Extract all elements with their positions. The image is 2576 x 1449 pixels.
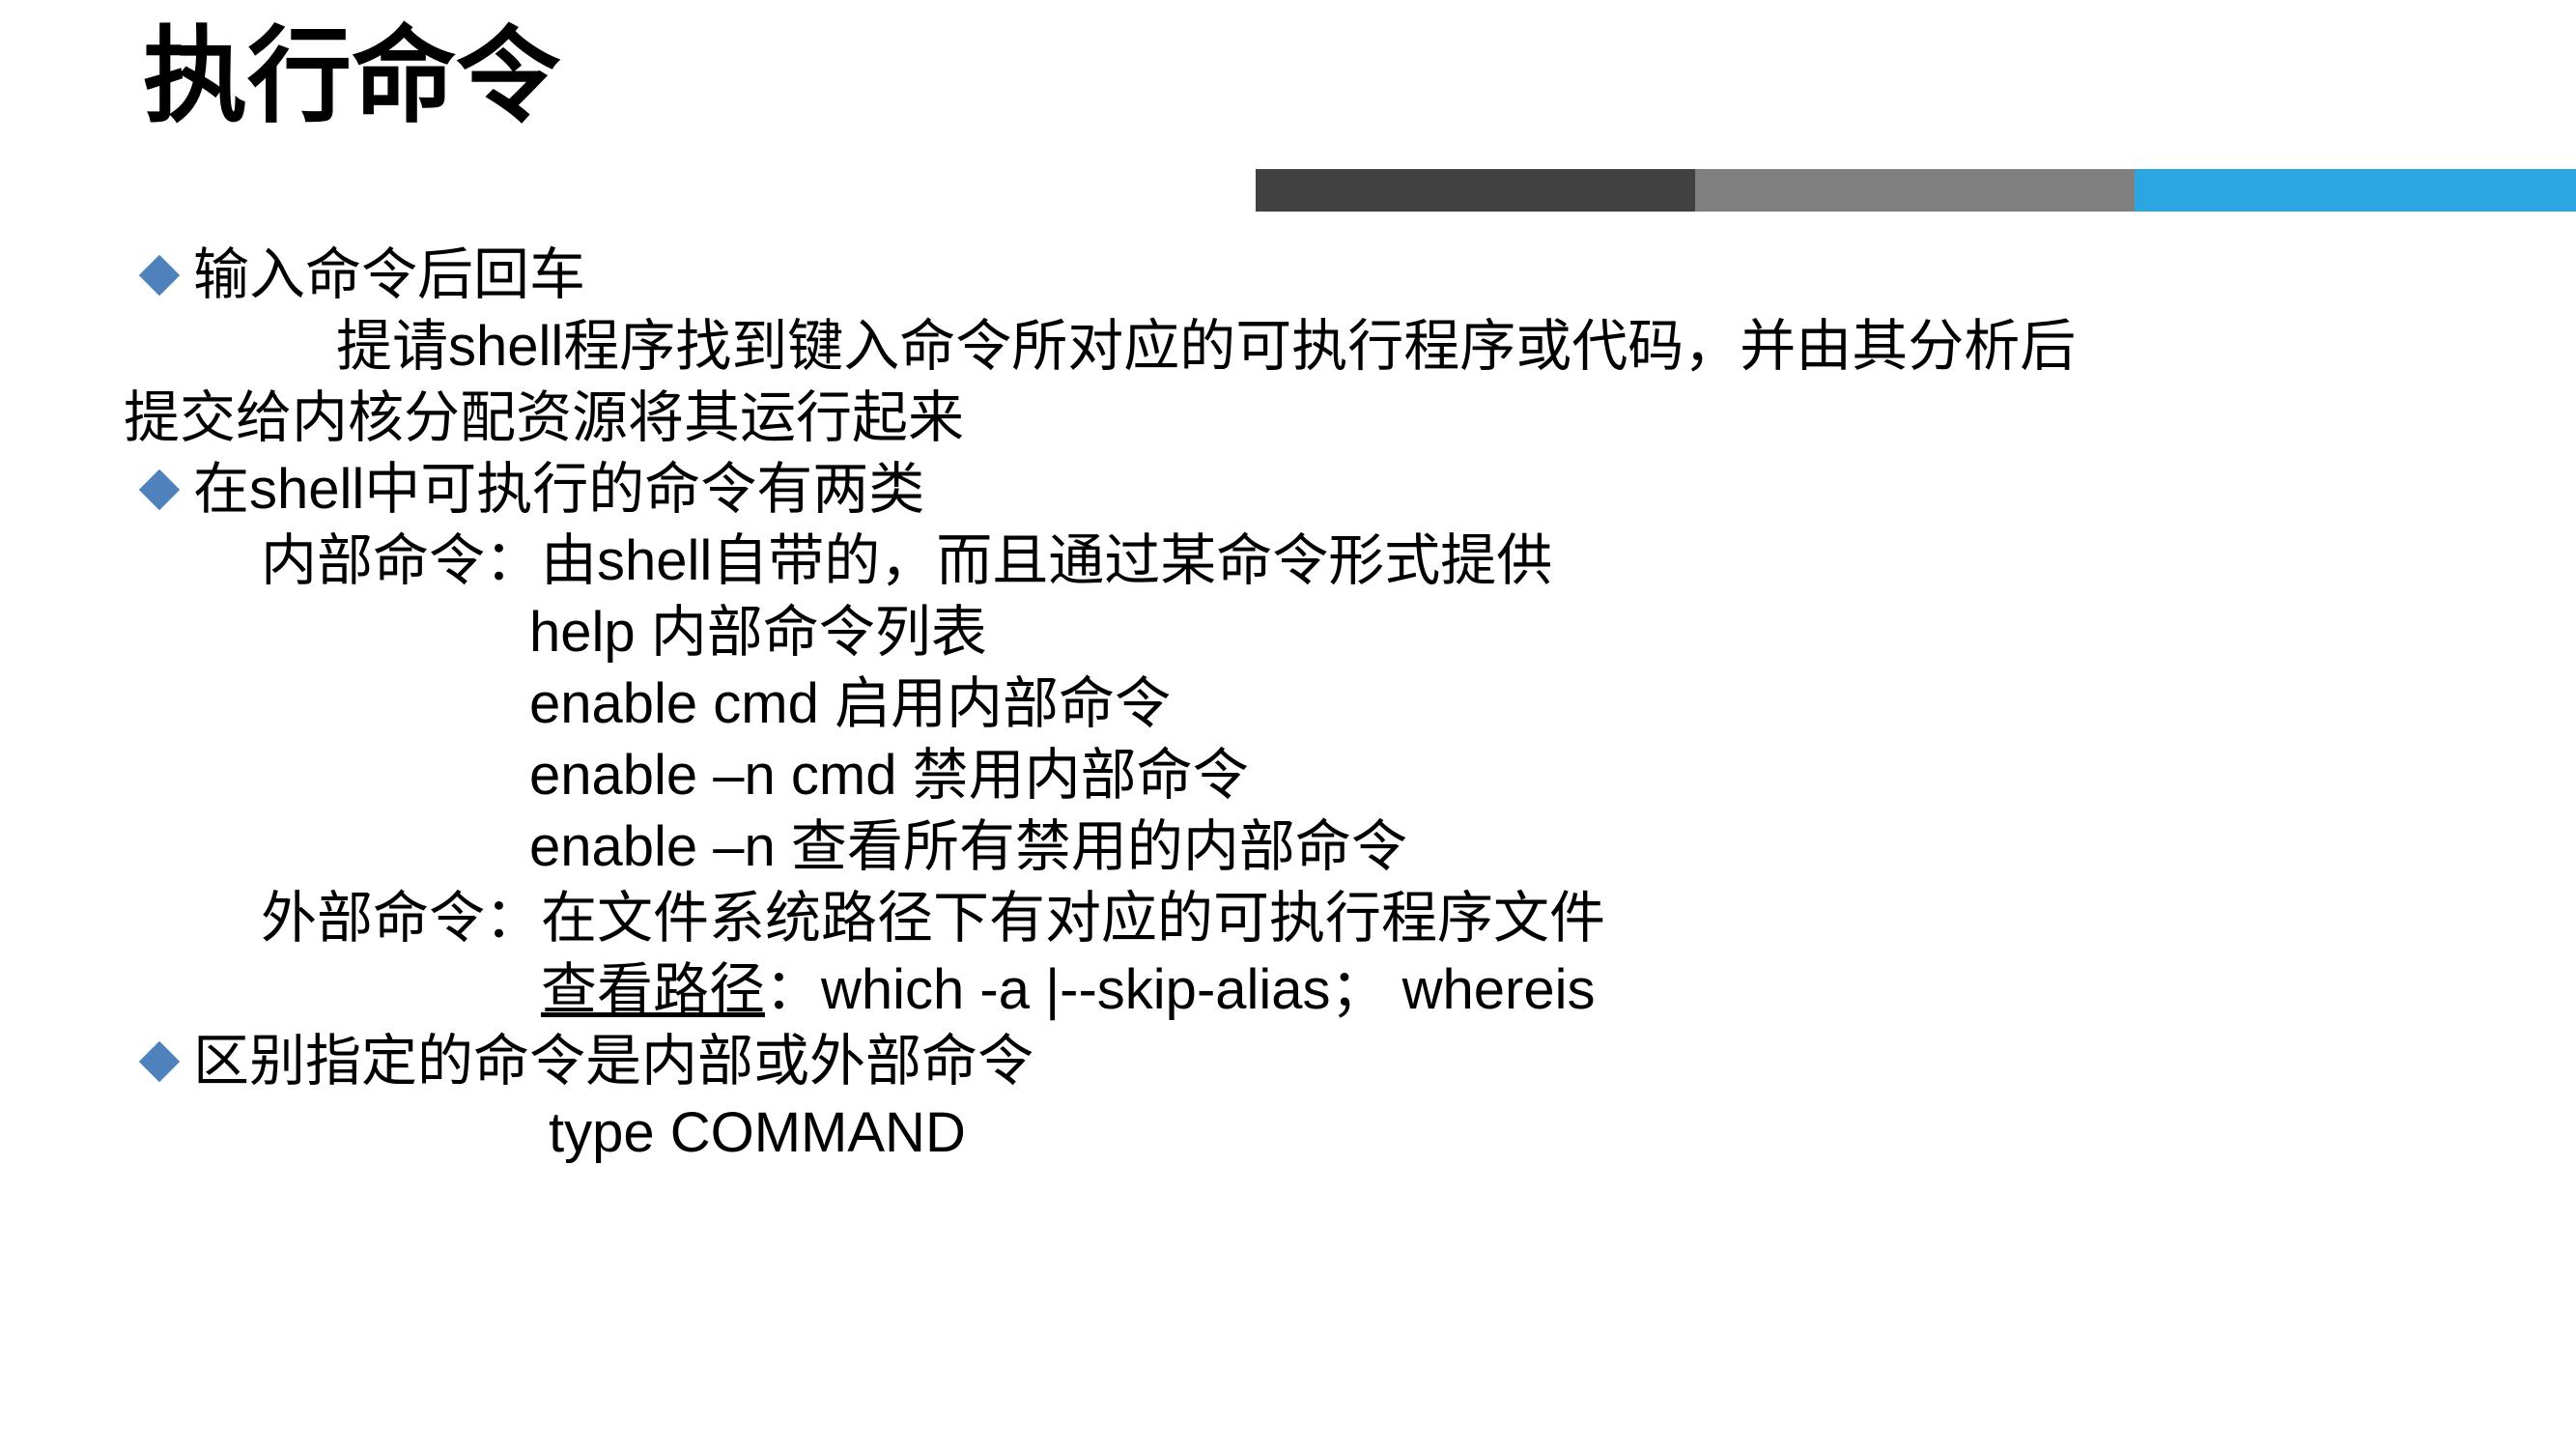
- slide-body: 输入命令后回车 提请shell程序找到键入命令所对应的可执行程序或代码，并由其分…: [0, 240, 2576, 1399]
- bullet-item-3-label: 区别指定的命令是内部或外部命令: [193, 1030, 1034, 1093]
- accent-bar: [1256, 169, 2576, 212]
- accent-bar-segment-gray: [1695, 169, 2135, 212]
- page-title: 执行命令: [143, 21, 560, 130]
- command-enable: enable cmd 启用内部命令: [529, 672, 1171, 735]
- bullet-item-2: 在shell中可执行的命令有两类: [0, 454, 2576, 526]
- view-path-commands: ：which -a |--skip-alias； whereis: [765, 958, 1596, 1021]
- view-path-label: 查看路径: [541, 958, 766, 1021]
- slide-canvas: 执行命令 输入命令后回车 提请shell程序找到键入命令所对应的可执行程序或代码…: [0, 0, 2576, 1449]
- command-enable-n-cmd: enable –n cmd 禁用内部命令: [529, 744, 1249, 807]
- accent-bar-segment-dark: [1256, 169, 1695, 212]
- bullet-item-1: 输入命令后回车: [0, 240, 2576, 311]
- bullet-item-2-label: 在shell中可执行的命令有两类: [193, 458, 925, 521]
- command-enable-n: enable –n 查看所有禁用的内部命令: [529, 815, 1407, 878]
- accent-bar-segment-blue: [2135, 169, 2576, 212]
- paragraph-line-1: 提请shell程序找到键入命令所对应的可执行程序或代码，并由其分析后: [336, 315, 2077, 378]
- external-command-heading: 外部命令：在文件系统路径下有对应的可执行程序文件: [261, 887, 1606, 950]
- page-title-text: 执行命令: [143, 17, 561, 134]
- bullet-item-1-label: 输入命令后回车: [193, 243, 586, 306]
- command-type: type COMMAND: [549, 1101, 966, 1164]
- view-path-line: 查看路径 ：which -a |--skip-alias； whereis: [0, 954, 2576, 1026]
- bullet-item-3: 区别指定的命令是内部或外部命令: [0, 1026, 2576, 1097]
- paragraph-line-2: 提交给内核分配资源将其运行起来: [124, 386, 965, 449]
- internal-command-heading: 内部命令：由shell自带的，而且通过某命令形式提供: [261, 529, 1553, 592]
- command-help: help 内部命令列表: [529, 601, 987, 664]
